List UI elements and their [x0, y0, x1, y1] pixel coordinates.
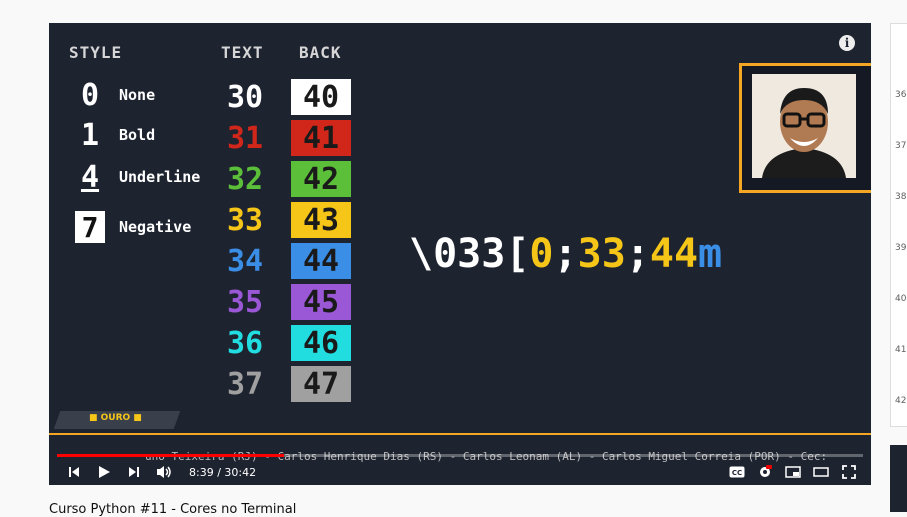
time-display: 8:39 / 30:42 [189, 465, 257, 479]
style-row-negative: 7 Negative [75, 211, 192, 244]
progress-fill [57, 454, 285, 457]
sidebar-number: 36 [895, 90, 907, 100]
style-row-none: 0 None [75, 77, 156, 113]
sidebar-number: 37 [895, 141, 907, 151]
volume-icon[interactable] [149, 465, 179, 479]
previous-icon[interactable] [59, 466, 89, 478]
ouro-badge: ■ OURO ■ [89, 413, 142, 423]
seq-style: 0 [529, 231, 554, 277]
svg-text:CC: CC [732, 469, 742, 477]
seq-back-color: 44 [649, 231, 699, 277]
back-code-44: 44 [291, 243, 351, 279]
style-row-bold: 1 Bold [75, 117, 156, 153]
text-header: TEXT [221, 43, 264, 62]
presenter-photo [752, 74, 856, 178]
progress-bar[interactable] [57, 454, 863, 457]
settings-icon[interactable] [751, 465, 779, 479]
webcam-overlay [739, 63, 871, 193]
back-code-41: 41 [291, 120, 351, 156]
back-code-43: 43 [291, 202, 351, 238]
text-code-37: 37 [226, 366, 264, 402]
style-label: None [119, 86, 156, 104]
sidebar-number: 38 [895, 192, 907, 202]
seq-bracket: [ [505, 231, 530, 277]
seq-text-color: 33 [577, 231, 626, 277]
style-code: 7 [75, 211, 105, 244]
sidebar-number: 40 [895, 294, 907, 304]
back-code-40: 40 [291, 79, 351, 115]
style-label: Negative [119, 218, 192, 236]
text-code-31: 31 [226, 120, 264, 156]
seq-separator: ; [625, 231, 650, 277]
sidebar-thumbnail[interactable] [890, 445, 907, 512]
sidebar-number: 42 [895, 396, 907, 406]
text-code-33: 33 [226, 202, 264, 238]
style-label: Underline [119, 168, 201, 186]
next-icon[interactable] [119, 466, 149, 478]
seq-escape: \033 [409, 231, 506, 277]
style-code: 4 [80, 159, 100, 195]
divider [49, 433, 871, 435]
player-controls: 8:39 / 30:42 CC [49, 459, 871, 485]
style-code: 1 [80, 117, 100, 153]
theater-icon[interactable] [807, 466, 835, 478]
back-header: BACK [299, 43, 342, 62]
text-code-32: 32 [226, 161, 264, 197]
video-player[interactable]: STYLE TEXT BACK 0 None 1 Bold 4 Underlin… [49, 23, 871, 485]
back-code-47: 47 [291, 366, 351, 402]
sidebar-number: 39 [895, 243, 907, 253]
text-code-36: 36 [226, 325, 264, 361]
seq-separator: ; [553, 231, 578, 277]
fullscreen-icon[interactable] [835, 465, 863, 479]
sidebar-panel [890, 23, 907, 427]
text-code-35: 35 [226, 284, 264, 320]
info-icon[interactable]: i [839, 35, 855, 51]
sidebar-number: 41 [895, 345, 907, 355]
style-row-underline: 4 Underline [75, 159, 201, 195]
back-code-45: 45 [291, 284, 351, 320]
seq-end: m [698, 231, 723, 277]
back-code-46: 46 [291, 325, 351, 361]
text-code-30: 30 [226, 79, 264, 115]
style-header: STYLE [69, 43, 123, 62]
text-code-34: 34 [226, 243, 264, 279]
style-code: 0 [80, 77, 100, 113]
cc-icon[interactable]: CC [723, 466, 751, 478]
play-icon[interactable] [89, 465, 119, 479]
escape-sequence: \033[0;33;44m [409, 231, 722, 277]
miniplayer-icon[interactable] [779, 466, 807, 478]
video-title[interactable]: Curso Python #11 - Cores no Terminal [49, 502, 296, 517]
back-code-42: 42 [291, 161, 351, 197]
style-label: Bold [119, 126, 156, 144]
